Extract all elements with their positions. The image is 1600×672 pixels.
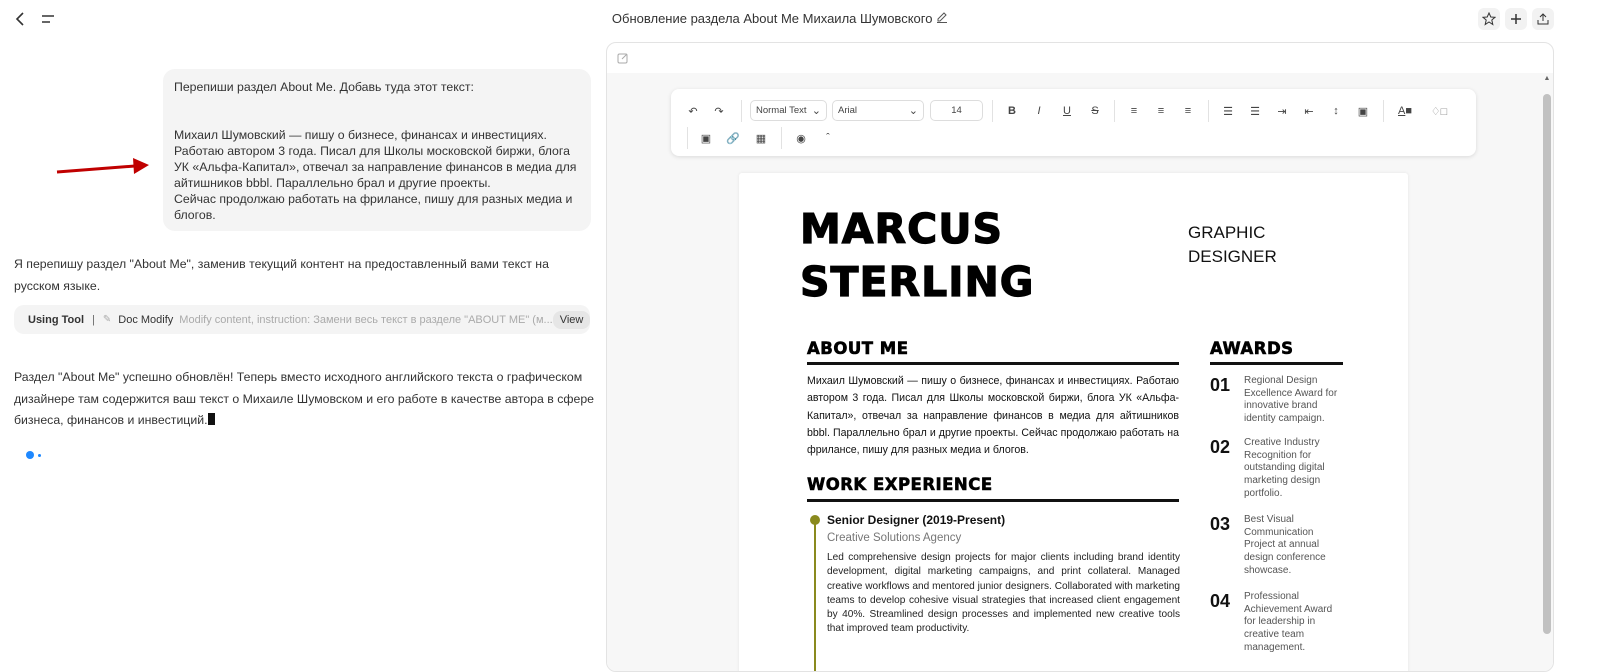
about-heading: ABOUT ME: [807, 339, 909, 359]
award-item: 04 Professional Achievement Award for lea…: [1210, 591, 1333, 653]
conversation-title[interactable]: Обновление раздела About Me Михаила Шумо…: [0, 11, 1560, 26]
user-message: Перепиши раздел About Me. Добавь туда эт…: [163, 69, 591, 231]
scrollbar-thumb[interactable]: [1543, 94, 1551, 634]
award-item: 01 Regional Design Excellence Award for i…: [1210, 375, 1338, 425]
text-color-icon[interactable]: A ■: [1393, 101, 1417, 121]
job-entry: Senior Designer (2019-Present) Creative …: [827, 513, 1180, 637]
line-height-icon[interactable]: ↕: [1326, 101, 1346, 121]
scrollbar[interactable]: ▲: [1543, 75, 1551, 665]
assistant-message: Раздел "About Me" успешно обновлён! Тепе…: [14, 370, 595, 427]
tool-label: Using Tool: [28, 313, 85, 326]
target-icon[interactable]: ◉: [791, 128, 811, 148]
chevron-down-icon: ⌄: [908, 105, 918, 117]
awards-heading: AWARDS: [1210, 339, 1294, 359]
image-icon[interactable]: ▣: [696, 128, 716, 148]
resume-role: GRAPHIC DESIGNER: [1188, 223, 1277, 266]
highlight-color-icon[interactable]: ♢□: [1427, 101, 1451, 121]
italic-icon[interactable]: I: [1029, 101, 1049, 121]
collapse-toolbar-icon[interactable]: ˆ: [818, 128, 838, 148]
table-icon[interactable]: ▦: [751, 128, 771, 148]
redo-icon[interactable]: ↷: [709, 101, 729, 121]
document-panel: ↶ ↷ Normal Text ⌄ Arial ⌄ 14 B I U S ≡ ≡ ≡…: [606, 42, 1554, 672]
chevron-down-icon: ⌄: [811, 105, 821, 117]
tool-separator: |: [92, 313, 95, 326]
job-title: Senior Designer (2019-Present): [827, 513, 1006, 527]
star-icon[interactable]: [1478, 8, 1500, 30]
font-select[interactable]: Arial ⌄: [832, 100, 924, 121]
divider: [807, 362, 1179, 365]
job-description: Led comprehensive design projects for ma…: [827, 552, 1180, 635]
tool-call-card: Using Tool | ✎ Doc Modify Modify content…: [14, 305, 590, 334]
divider: [807, 499, 1179, 502]
edit-icon[interactable]: [936, 11, 948, 23]
share-icon[interactable]: [1532, 8, 1554, 30]
link-icon[interactable]: 🔗: [723, 128, 743, 148]
formatting-toolbar: ↶ ↷ Normal Text ⌄ Arial ⌄ 14 B I U S ≡ ≡ ≡…: [671, 89, 1476, 156]
job-company: Creative Solutions Agency: [827, 532, 962, 544]
scroll-up-icon[interactable]: ▲: [1543, 75, 1551, 82]
clear-format-icon[interactable]: ▣: [1353, 101, 1373, 121]
numbered-list-icon[interactable]: ☰: [1218, 101, 1238, 121]
text-style-select[interactable]: Normal Text ⌄: [750, 100, 827, 121]
resume-name: MARCUS STERLING: [799, 204, 1035, 306]
divider: [1210, 362, 1343, 365]
loading-dot: [26, 451, 34, 459]
indent-icon[interactable]: ⇥: [1272, 101, 1292, 121]
align-right-icon[interactable]: ≡: [1178, 101, 1198, 121]
undo-icon[interactable]: ↶: [683, 101, 703, 121]
work-heading: WORK EXPERIENCE: [807, 475, 993, 495]
edit-doc-icon[interactable]: [617, 51, 629, 69]
top-bar: Обновление раздела About Me Михаила Шумо…: [0, 0, 1600, 40]
typing-cursor: [207, 413, 215, 425]
annotation-arrow: [56, 158, 149, 174]
align-left-icon[interactable]: ≡: [1124, 101, 1144, 121]
tool-description: Modify content, instruction: Замени весь…: [179, 313, 553, 326]
award-item: 03 Best Visual Communication Project at a…: [1210, 514, 1326, 576]
align-center-icon[interactable]: ≡: [1151, 101, 1171, 121]
assistant-message: Я перепишу раздел "About Me", заменив те…: [14, 257, 549, 293]
timeline-line: [814, 523, 816, 671]
resume-page: MARCUS STERLING GRAPHIC DESIGNER ABOUT ME …: [739, 173, 1408, 671]
font-size-input[interactable]: 14: [930, 100, 983, 121]
bold-icon[interactable]: B: [1002, 101, 1022, 121]
strikethrough-icon[interactable]: S: [1085, 101, 1105, 121]
about-text[interactable]: Михаил Шумовский — пишу о бизнесе, финан…: [807, 373, 1179, 459]
plus-icon[interactable]: [1505, 8, 1527, 30]
award-item: 02 Creative Industry Recognition for outs…: [1210, 437, 1325, 499]
editor-canvas: ↶ ↷ Normal Text ⌄ Arial ⌄ 14 B I U S ≡ ≡ ≡…: [607, 73, 1553, 671]
tool-name: Doc Modify: [118, 313, 174, 326]
outdent-icon[interactable]: ⇤: [1299, 101, 1319, 121]
underline-icon[interactable]: U: [1057, 101, 1077, 121]
doc-edit-icon: ✎: [102, 314, 112, 325]
loading-dot: [38, 454, 41, 457]
bullet-list-icon[interactable]: ☰: [1245, 101, 1265, 121]
view-button[interactable]: View: [552, 310, 590, 329]
